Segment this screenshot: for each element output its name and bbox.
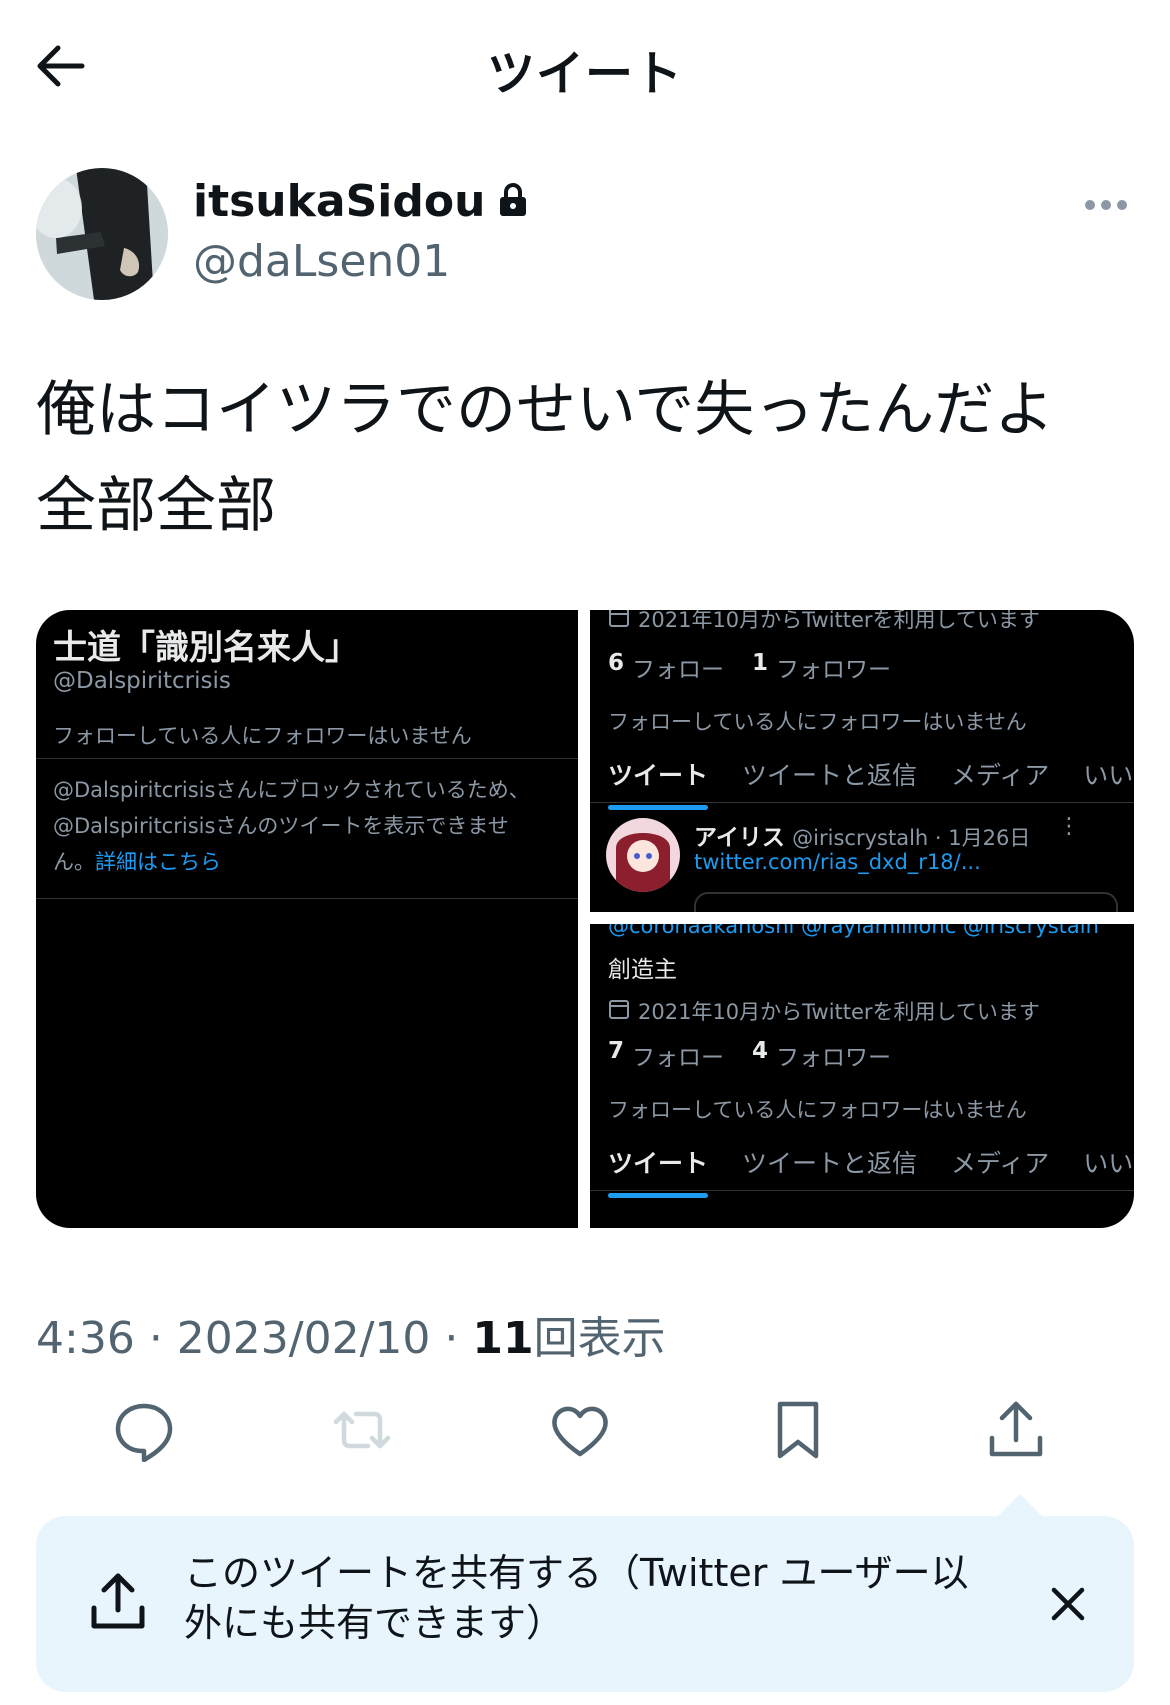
share-banner-text: このツイートを共有する（Twitter ユーザー以外にも共有できます） [184, 1551, 969, 1645]
preview-more-icon: ⋮ [1058, 814, 1080, 839]
joined-date: 2021年10月からTwitterを利用しています [638, 610, 1040, 632]
blocked-message: @Dalspiritcrisisさんにブロックされているため、 @Dalspir… [53, 772, 530, 880]
tweet-date: 2023/02/10 [176, 1313, 431, 1364]
tab-tweets: ツイート [608, 1144, 709, 1198]
joined-date: 2021年10月からTwitterを利用しています [638, 1000, 1040, 1024]
divider [36, 758, 578, 759]
followed-none-text: フォローしている人にフォロワーはいません [608, 1098, 1027, 1122]
tweet-line-1: 俺はコイツラでのせいで失ったんだよ [36, 375, 1055, 445]
followers-count: 4 [752, 1038, 769, 1064]
share-banner[interactable]: このツイートを共有する（Twitter ユーザー以外にも共有できます） [36, 1516, 1134, 1692]
tab-likes: いいね [1083, 1149, 1134, 1178]
blocked-line: @Dalspiritcrisisさんにブロックされているため、 [53, 778, 530, 802]
preview-card [694, 892, 1118, 912]
tweet-meta: 4:36 · 2023/02/10 · 11回表示 [36, 1313, 666, 1364]
details-link: 詳細はこちら [95, 850, 221, 874]
following-count: 6 [608, 650, 625, 676]
lock-icon [497, 182, 529, 222]
media-image-right-top[interactable]: 2021年10月からTwitterを利用しています 6 フォロー 1 フォロワー… [590, 610, 1134, 912]
tab-media: メディア [951, 1149, 1050, 1178]
following-count: 7 [608, 1038, 625, 1064]
followed-none-text: フォローしている人にフォロワーはいません [608, 710, 1027, 734]
page-title: ツイート [486, 46, 683, 102]
followers-label: フォロワー [776, 657, 892, 683]
calendar-icon [608, 998, 630, 1025]
tweet-text: 俺はコイツラでのせいで失ったんだよ 全部全部 [36, 362, 1136, 554]
blocked-line: ん。 [53, 850, 95, 874]
close-icon[interactable] [1048, 1584, 1088, 1624]
author-name[interactable]: itsukaSidou [193, 176, 485, 227]
tweet-time: 4:36 [36, 1313, 135, 1364]
bio-mentions: @coronaakahoshi @raylamillionc @iriscrys… [608, 924, 1099, 938]
preview-link: twitter.com/rias_dxd_r18/... [694, 850, 981, 874]
followers-count: 1 [752, 650, 769, 676]
following-label: フォロー [632, 1045, 725, 1071]
share-icon[interactable] [984, 1398, 1048, 1462]
author-handle[interactable]: @daLsen01 [193, 236, 450, 287]
tab-likes: いいね [1083, 761, 1134, 790]
following-label: フォロー [632, 657, 725, 683]
tab-tweets-replies: ツイートと返信 [742, 761, 918, 790]
bio-text: 創造主 [608, 957, 677, 983]
follow-counts: 6 フォロー 1 フォロワー [608, 650, 891, 684]
profile-name: 士道「識別名来人」 [53, 628, 359, 668]
preview-avatar [606, 818, 680, 892]
media-image-left[interactable]: 士道「識別名来人」 @Dalspiritcrisis フォローしている人にフォロ… [36, 610, 578, 1228]
tab-tweets: ツイート [608, 756, 709, 810]
bookmark-icon[interactable] [766, 1398, 830, 1462]
followers-label: フォロワー [776, 1045, 892, 1071]
divider [590, 802, 1134, 803]
calendar-icon [608, 610, 630, 633]
tweet-line-2: 全部全部 [36, 471, 276, 541]
more-options-icon[interactable] [1082, 190, 1130, 220]
retweet-icon [330, 1398, 394, 1462]
tab-media: メディア [951, 761, 1050, 790]
preview-name: アイリス [694, 825, 785, 851]
media-grid: 士道「識別名来人」 @Dalspiritcrisis フォローしている人にフォロ… [36, 610, 1134, 1228]
view-count: 11 [472, 1313, 534, 1364]
view-count-label: 回表示 [533, 1313, 666, 1364]
preview-meta: @iriscrystalh · 1月26日 [792, 826, 1031, 850]
tab-tweets-replies: ツイートと返信 [742, 1149, 918, 1178]
share-icon [88, 1570, 148, 1634]
profile-tabs: ツイート ツイートと返信 メディア いいね [608, 756, 1134, 810]
like-icon[interactable] [548, 1398, 612, 1462]
avatar[interactable] [36, 168, 168, 300]
followed-none-text: フォローしている人にフォロワーはいません [53, 724, 472, 748]
profile-tabs: ツイート ツイートと返信 メディア いいね [608, 1144, 1134, 1198]
media-image-right-bottom[interactable]: @coronaakahoshi @raylamillionc @iriscrys… [590, 924, 1134, 1228]
blocked-line: @Dalspiritcrisisさんのツイートを表示できませ [53, 814, 509, 838]
profile-handle: @Dalspiritcrisis [53, 668, 231, 694]
reply-icon[interactable] [112, 1398, 176, 1463]
follow-counts: 7 フォロー 4 フォロワー [608, 1038, 891, 1072]
divider [590, 1190, 1134, 1191]
banner-caret [996, 1494, 1044, 1518]
divider [36, 898, 578, 899]
